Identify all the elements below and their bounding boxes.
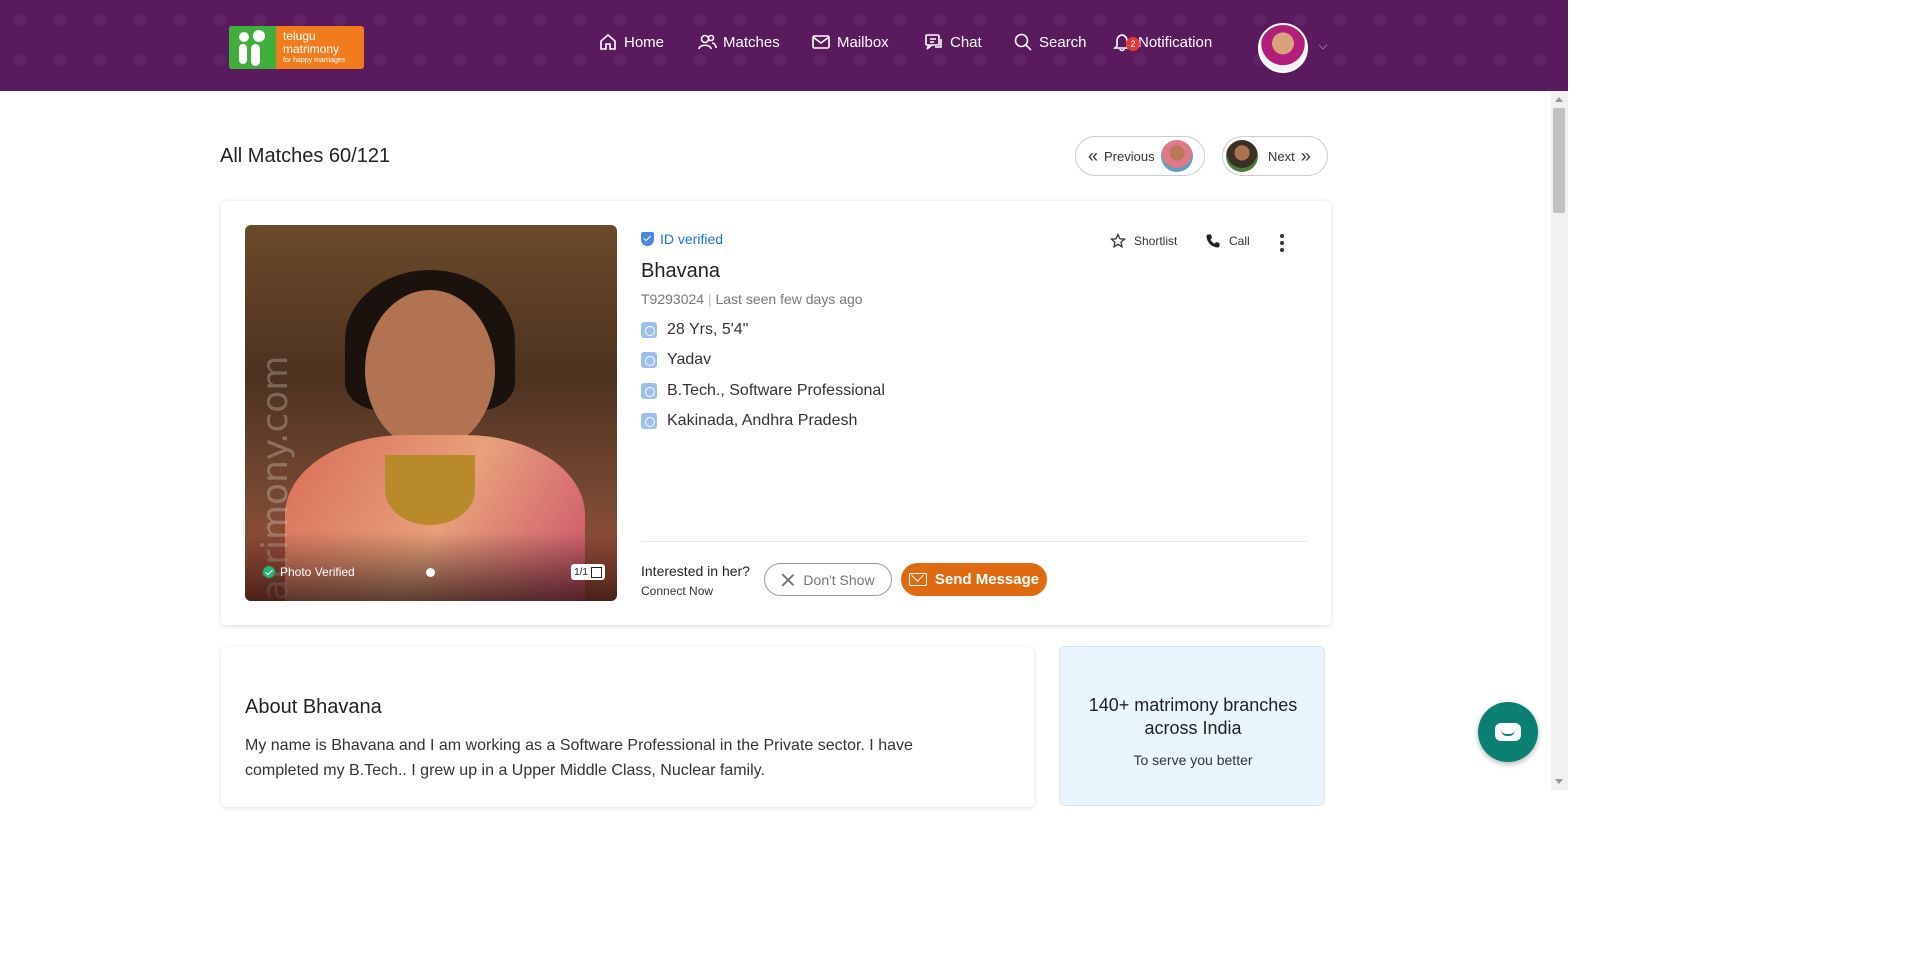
next-profile-thumbnail: [1226, 140, 1258, 172]
about-title: About Bhavana: [245, 696, 382, 718]
shortlist-label: Shortlist: [1134, 234, 1178, 248]
verified-check-icon: [263, 566, 275, 578]
last-seen: Last seen few days ago: [715, 291, 863, 307]
logo-tagline: for happy marriages: [283, 57, 346, 64]
mail-icon: [812, 35, 830, 49]
photo-verified-label: Photo Verified: [280, 565, 355, 579]
shield-check-icon: [641, 232, 654, 246]
chat-bubble-icon: [1495, 723, 1521, 741]
nav-notification-label: Notification: [1138, 33, 1213, 51]
scrollbar-thumb[interactable]: [1553, 108, 1565, 213]
attr-education: B.Tech., Software Professional: [641, 382, 885, 400]
page-title: All Matches 60/121: [220, 145, 391, 167]
nav-search-label: Search: [1039, 33, 1087, 51]
profile-meta: T9293024 | Last seen few days ago: [641, 291, 863, 307]
branches-headline: 140+ matrimony branches across India: [1088, 695, 1298, 738]
age-height-value: 28 Yrs, 5'4": [667, 321, 749, 338]
caste-icon: [641, 352, 657, 368]
nav-chat-label: Chat: [950, 33, 982, 51]
profile-id: T9293024: [641, 291, 705, 307]
nav-notification[interactable]: 2 Notification: [1112, 30, 1212, 54]
search-icon: [1014, 33, 1032, 51]
nav-mailbox[interactable]: Mailbox: [811, 30, 889, 54]
chevron-double-right-icon: »: [1300, 145, 1311, 166]
scroll-up-arrow[interactable]: [1555, 97, 1563, 102]
logo-line2: matrimony: [283, 42, 340, 56]
send-message-button[interactable]: Send Message: [901, 563, 1047, 596]
mail-icon: [908, 573, 927, 586]
top-navigation-bar: telugu matrimony for happy marriages Hom…: [0, 0, 1568, 91]
notification-badge: 2: [1126, 37, 1140, 51]
chat-support-button[interactable]: [1478, 702, 1538, 762]
next-profile-button[interactable]: Next »: [1222, 136, 1328, 176]
close-icon: [781, 573, 795, 587]
interested-label: Interested in her?: [641, 563, 750, 579]
chevron-double-left-icon: «: [1088, 145, 1099, 166]
logo-line1: telugu: [283, 29, 316, 43]
next-label: Next: [1268, 148, 1295, 164]
photo-verified-badge: Photo Verified: [263, 565, 355, 579]
photo-necklace: [385, 455, 475, 525]
more-options-icon[interactable]: [1279, 234, 1285, 252]
about-section: About Bhavana My name is Bhavana and I a…: [221, 647, 1034, 807]
divider: [641, 541, 1307, 542]
people-icon: [698, 34, 717, 50]
location-value: Kakinada, Andhra Pradesh: [667, 412, 858, 429]
branches-subtext: To serve you better: [1133, 752, 1253, 768]
gallery-icon: [591, 566, 602, 578]
location-pin-icon: [641, 413, 657, 429]
scroll-down-arrow[interactable]: [1555, 779, 1563, 784]
home-icon: [600, 33, 616, 50]
page-scrollbar[interactable]: [1551, 91, 1568, 790]
call-label: Call: [1229, 234, 1250, 248]
dont-show-label: Don't Show: [803, 571, 875, 588]
connect-now-label: Connect Now: [641, 584, 714, 598]
photo-count[interactable]: 1/1: [571, 564, 605, 580]
profile-name: Bhavana: [641, 260, 720, 282]
telugu-matrimony-logo[interactable]: telugu matrimony for happy marriages: [229, 26, 364, 69]
id-verified-label: ID verified: [660, 231, 724, 247]
nav-home[interactable]: Home: [598, 30, 664, 54]
previous-profile-button[interactable]: « Previous: [1075, 136, 1205, 176]
attr-location: Kakinada, Andhra Pradesh: [641, 412, 857, 430]
photo-count-label: 1/1: [574, 566, 588, 578]
star-icon: [1110, 233, 1126, 249]
dont-show-button[interactable]: Don't Show: [764, 563, 892, 596]
chevron-down-icon[interactable]: [1318, 40, 1328, 50]
carousel-dot[interactable]: [426, 568, 435, 577]
profile-card: atrimony.com Photo Verified 1/1 ID verif…: [221, 201, 1331, 625]
nav-matches-label: Matches: [723, 33, 780, 51]
nav-home-label: Home: [624, 33, 665, 51]
nav-chat[interactable]: Chat: [924, 30, 982, 54]
shortlist-button[interactable]: Shortlist: [1110, 233, 1177, 249]
photo-face: [365, 290, 495, 450]
logo-mark: [229, 26, 276, 69]
call-button[interactable]: Call: [1205, 233, 1250, 249]
previous-label: Previous: [1104, 148, 1155, 164]
attr-caste: Yadav: [641, 351, 711, 369]
age-icon: [641, 322, 657, 338]
nav-matches[interactable]: Matches: [697, 30, 780, 54]
attr-age-height: 28 Yrs, 5'4": [641, 321, 748, 339]
nav-mailbox-label: Mailbox: [837, 33, 889, 51]
phone-icon: [1206, 234, 1220, 248]
previous-profile-thumbnail: [1160, 140, 1193, 172]
profile-photo[interactable]: atrimony.com Photo Verified 1/1: [245, 225, 617, 601]
briefcase-icon: [641, 383, 657, 399]
id-verified-badge[interactable]: ID verified: [641, 231, 723, 247]
education-value: B.Tech., Software Professional: [667, 382, 885, 399]
about-text: My name is Bhavana and I am working as a…: [245, 737, 913, 779]
chat-icon: [925, 34, 942, 50]
branches-banner[interactable]: 140+ matrimony branches across India To …: [1059, 646, 1325, 806]
user-avatar[interactable]: [1258, 23, 1308, 73]
caste-value: Yadav: [667, 351, 712, 368]
send-message-label: Send Message: [934, 571, 1040, 588]
nav-search[interactable]: Search: [1013, 30, 1087, 54]
